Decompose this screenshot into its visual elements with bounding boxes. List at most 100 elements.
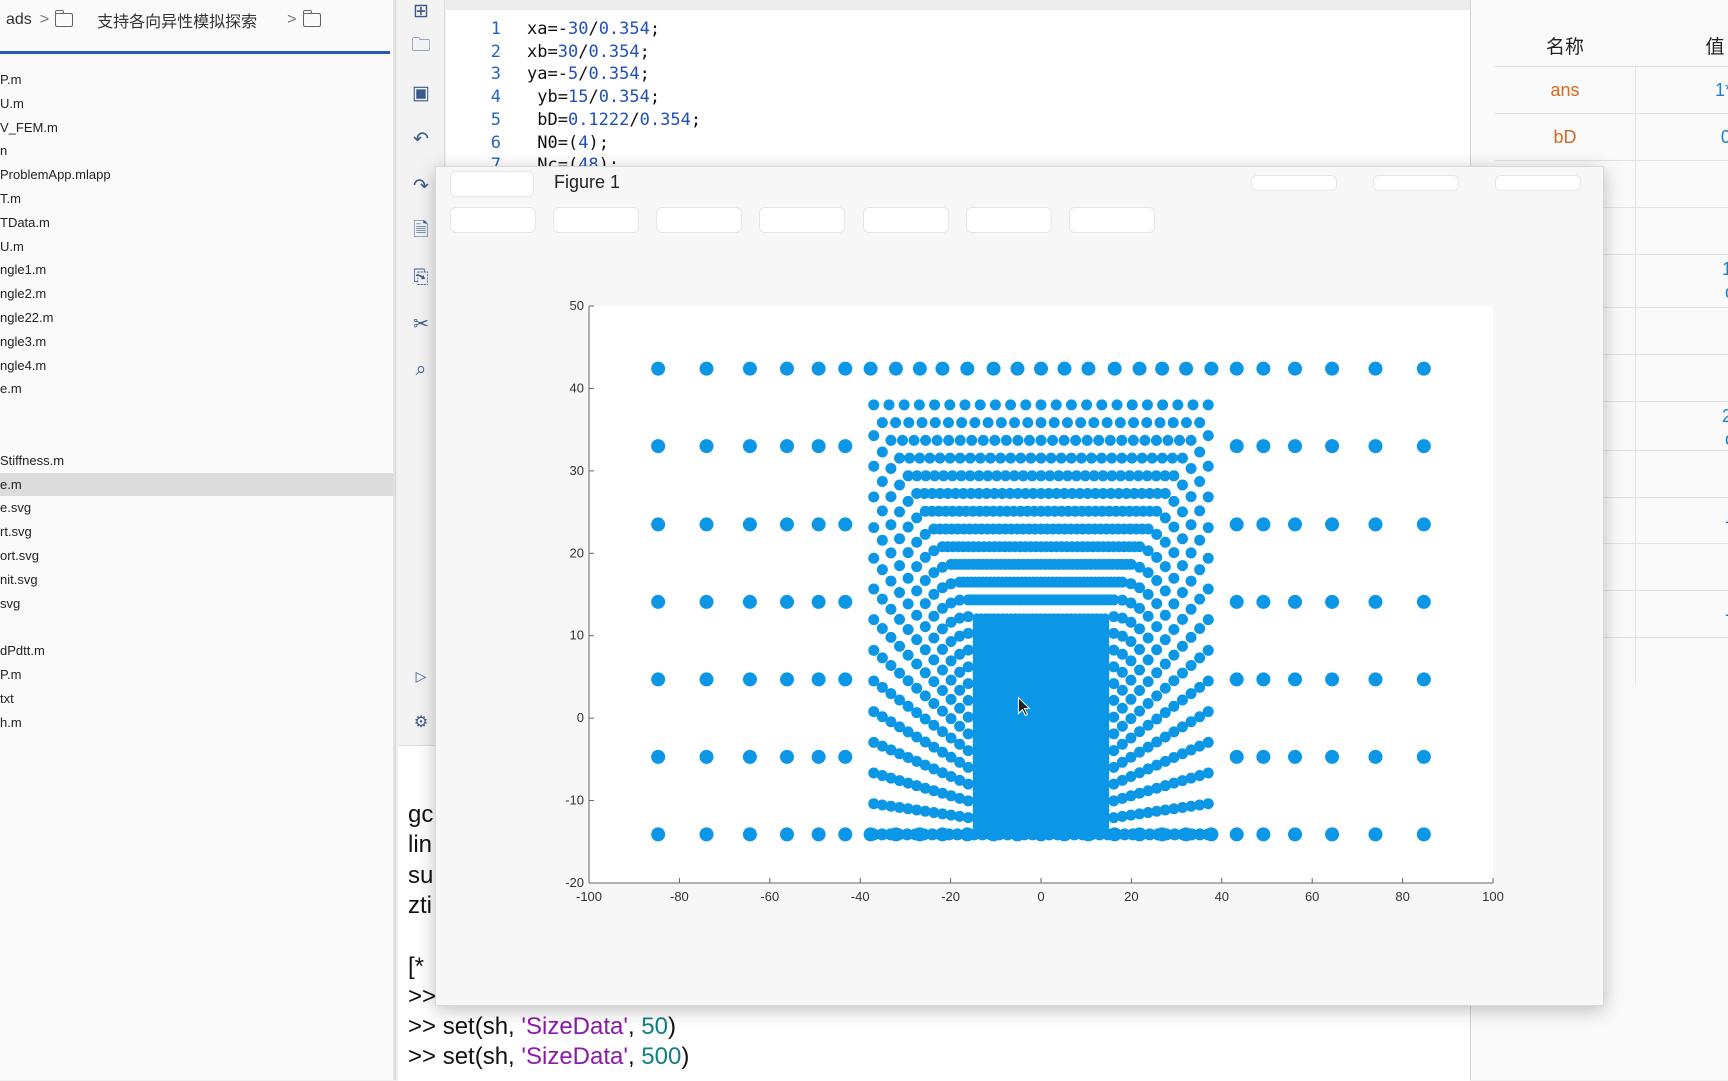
file-item[interactable]: ProblemApp.mlapp	[0, 163, 393, 187]
undo-icon[interactable]: ↶	[410, 128, 432, 150]
save-icon[interactable]: ▣	[410, 82, 432, 104]
scatter-point	[742, 672, 757, 687]
code-line[interactable]: 5 bD=0.1222/0.354;	[446, 109, 701, 131]
scatter-point	[962, 694, 974, 706]
code-line[interactable]: 2 xb=30/0.354;	[446, 41, 650, 63]
file-item[interactable]: TData.m	[0, 211, 393, 235]
file-item[interactable]: nit.svg	[0, 568, 393, 592]
file-item[interactable]: U.m	[0, 235, 393, 259]
scatter-point	[1368, 439, 1383, 454]
code-editor[interactable]: 1 xa=-30/0.354; 2 xb=30/0.354; 3 ya=-5/0.354;…	[446, 10, 1470, 175]
document-icon[interactable]: 🗎	[410, 220, 432, 243]
scatter-point	[1176, 506, 1188, 518]
code-line[interactable]: 3 ya=-5/0.354;	[446, 63, 650, 85]
file-item[interactable]: txt	[0, 687, 393, 711]
breadcrumb-segment[interactable]: ads	[6, 11, 32, 29]
file-item[interactable]: V_FEM.m	[0, 116, 393, 140]
scatter-point	[1325, 749, 1340, 764]
file-item[interactable]: e.m	[0, 472, 393, 497]
file-item[interactable]: e.m	[0, 377, 393, 401]
file-item[interactable]: ngle4.m	[0, 354, 393, 378]
scatter-point	[1168, 572, 1180, 584]
scatter-point	[989, 399, 1001, 411]
code-number: 0.354	[588, 64, 640, 85]
file-item[interactable]	[0, 425, 393, 449]
workspace-row[interactable]: ans 1*1 struc	[1495, 66, 1728, 114]
variable-value-line: double	[1636, 428, 1728, 451]
scatter-point	[1185, 631, 1197, 643]
scatter-point	[1100, 613, 1110, 622]
search-icon[interactable]: ⌕	[410, 359, 432, 381]
scatter-point	[1134, 685, 1146, 697]
code-text: bD=	[527, 109, 568, 130]
scatter-point	[1168, 675, 1180, 687]
debug-icon[interactable]: ⚙	[410, 711, 432, 733]
scatter-point	[1168, 547, 1180, 559]
breadcrumb-segment[interactable]: 支持各向异性模拟探索	[97, 8, 257, 32]
folder-icon[interactable]	[55, 10, 74, 27]
cut-icon[interactable]: ✂	[410, 313, 432, 335]
file-item[interactable]: h.m	[0, 711, 393, 735]
file-item[interactable]: P.m	[0, 68, 393, 92]
file-item[interactable]: U.m	[0, 92, 393, 116]
scatter-point	[1142, 697, 1154, 709]
x-tick-label: 100	[1482, 889, 1504, 904]
code-line[interactable]: 6 N0=(4);	[446, 132, 609, 154]
scatter-point	[888, 361, 903, 376]
scatter-point	[779, 827, 794, 842]
command-history-line: >> set(sh, 'SizeData', 50)	[408, 1013, 676, 1040]
file-item[interactable]: n	[0, 139, 393, 163]
scatter-point	[1005, 399, 1017, 411]
file-item[interactable]: ngle2.m	[0, 282, 393, 306]
figure-window[interactable]: Figure 1 -100 -80 -60 -40 -20 0 20 40 60 80 100 -20…	[435, 166, 1604, 1006]
panel-divider[interactable]	[393, 0, 395, 1080]
file-item[interactable]: ngle3.m	[0, 330, 393, 354]
new-file-icon[interactable]: ⊞	[410, 0, 432, 22]
open-folder-icon[interactable]: 🗀	[410, 35, 432, 58]
file-item[interactable]: dPdtt.m	[0, 639, 393, 663]
file-item[interactable]	[0, 401, 393, 425]
scatter-point	[919, 621, 931, 633]
scatter-point	[1155, 361, 1170, 376]
file-item[interactable]	[0, 615, 393, 639]
workspace-row[interactable]: bD 0.34519	[1495, 113, 1728, 161]
file-item[interactable]: Stiffness.m	[0, 449, 393, 473]
file-item[interactable]: ngle1.m	[0, 258, 393, 282]
file-item[interactable]: rt.svg	[0, 520, 393, 544]
y-tick-label: 0	[577, 710, 584, 725]
file-item[interactable]: svg	[0, 592, 393, 616]
scatter-point	[962, 611, 974, 623]
y-tick-label: 20	[570, 545, 584, 560]
code-line[interactable]: 1 xa=-30/0.354;	[446, 18, 660, 40]
code-text: xa=-	[527, 19, 568, 39]
copy-icon[interactable]: ⎘	[410, 267, 432, 289]
scatter-point	[894, 533, 906, 545]
scatter-point	[1168, 470, 1180, 482]
column-header-name[interactable]: 名称	[1495, 32, 1635, 59]
scatter-point	[1202, 583, 1214, 595]
scatter-point	[928, 676, 940, 688]
variable-value: 84.745	[1635, 544, 1728, 591]
scatter-point	[908, 434, 920, 446]
file-item[interactable]: T.m	[0, 187, 393, 211]
redo-icon[interactable]: ↷	[410, 175, 432, 197]
scatter-point	[974, 452, 986, 464]
file-item[interactable]: e.svg	[0, 496, 393, 520]
scatter-point	[904, 452, 916, 464]
scatter-point	[1288, 517, 1303, 532]
scatter-point	[896, 434, 908, 446]
scatter-point	[1125, 713, 1137, 725]
scatter-point	[1159, 634, 1171, 646]
scatter-point	[1065, 452, 1077, 464]
file-item[interactable]: ngle22.m	[0, 306, 393, 330]
column-header-value[interactable]: 值	[1660, 32, 1728, 59]
scatter-point	[1116, 702, 1128, 714]
scatter-point	[742, 594, 757, 609]
scatter-plot[interactable]: -100 -80 -60 -40 -20 0 20 40 60 80 100-20-10010203…	[436, 167, 1603, 1005]
code-line[interactable]: 4 yb=15/0.354;	[446, 86, 660, 108]
run-icon[interactable]: ▷	[410, 665, 432, 687]
file-item[interactable]: P.m	[0, 663, 393, 687]
file-item[interactable]: ort.svg	[0, 544, 393, 568]
folder-icon[interactable]	[302, 10, 321, 27]
scatter-point	[1142, 610, 1154, 622]
